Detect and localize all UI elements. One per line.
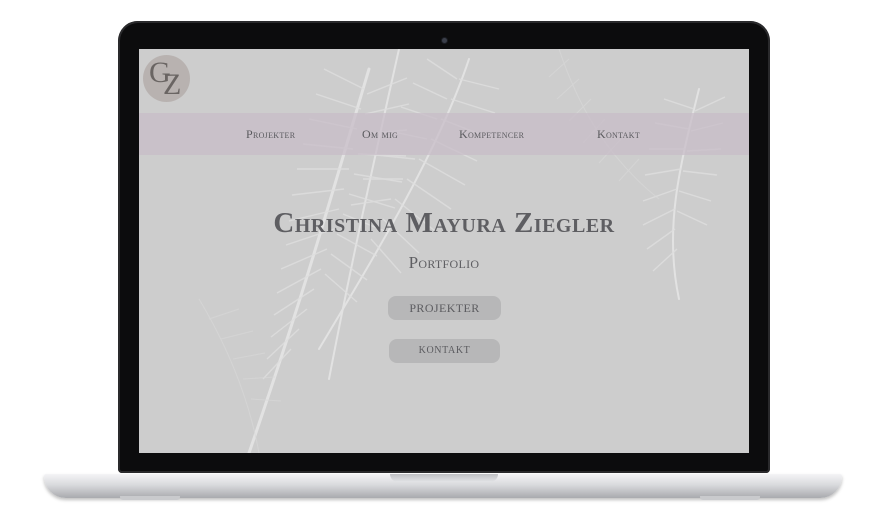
nav-item-kompetencer[interactable]: Kompetencer	[459, 127, 524, 142]
logo-letter-z: Z	[163, 68, 182, 101]
nav-bar-background	[139, 113, 749, 155]
laptop-opening-notch	[390, 474, 498, 482]
nav-item-om-mig[interactable]: Om mig	[362, 127, 398, 142]
nav-item-projekter[interactable]: Projekter	[246, 127, 295, 142]
camera-icon	[442, 38, 447, 43]
laptop-foot-right	[700, 496, 760, 500]
kontakt-button[interactable]: KONTAKT	[389, 339, 500, 363]
projekter-button[interactable]: PROJEKTER	[388, 296, 501, 320]
nav-item-kontakt[interactable]: Kontakt	[597, 127, 640, 142]
laptop-foot-left	[120, 496, 180, 500]
hero-title: Christina Mayura Ziegler	[273, 207, 615, 239]
hero-subtitle: Portfolio	[408, 253, 480, 272]
laptop-screen: G Z Projekter Om mig Kompetencer Kontakt…	[139, 49, 749, 453]
logo[interactable]: G Z	[143, 55, 190, 102]
palm-leaves-background	[139, 49, 749, 453]
